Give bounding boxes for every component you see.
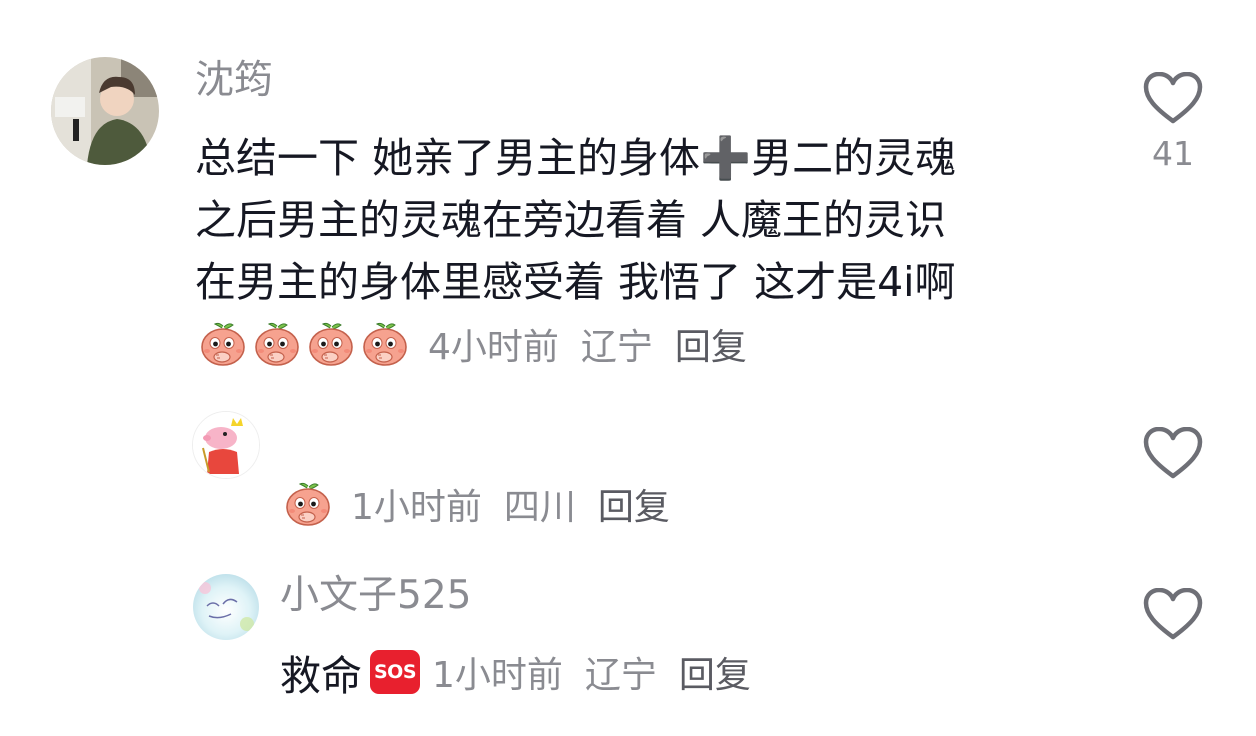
comment-line: 总结一下 她亲了男主的身体➕男二的灵魂: [195, 134, 957, 182]
comment-line: 之后男主的灵魂在旁边看着 人魔王的灵识: [195, 196, 947, 244]
like-count: 41: [1152, 134, 1194, 173]
like-button[interactable]: [1138, 427, 1208, 479]
comment-username[interactable]: 沈筠: [195, 57, 273, 105]
comment-time: 1小时前: [351, 487, 482, 528]
comment-time: 1小时前: [432, 655, 563, 696]
comment-location: 辽宁: [584, 655, 657, 696]
reply-button[interactable]: 回复: [675, 318, 747, 370]
comment-line: 在男主的身体里感受着 我悟了 这才是4i啊: [195, 258, 956, 306]
comment-meta: 救命 SOS 1小时前 辽宁 回复: [280, 642, 751, 702]
comment-location: 四川: [503, 487, 576, 528]
avatar[interactable]: [193, 574, 259, 640]
reply-button[interactable]: 回复: [679, 646, 751, 698]
peach-cover-mouth-emoji: [360, 319, 410, 369]
comment-content: 救命: [280, 652, 362, 700]
like-button[interactable]: 41: [1138, 72, 1208, 173]
heart-outline-icon: [1143, 588, 1203, 640]
like-button[interactable]: [1138, 588, 1208, 640]
comment-meta: 1小时前 四川 回复: [283, 478, 670, 530]
comment-location: 辽宁: [580, 327, 653, 368]
heart-outline-icon: [1143, 427, 1203, 479]
comment-content: 总结一下 她亲了男主的身体➕男二的灵魂 之后男主的灵魂在旁边看着 人魔王的灵识 …: [195, 127, 1075, 313]
comment-username[interactable]: 小文子525: [280, 572, 471, 620]
sos-icon: SOS: [370, 650, 420, 694]
avatar[interactable]: [51, 57, 159, 165]
avatar-photo: [51, 57, 159, 165]
avatar[interactable]: [192, 411, 260, 479]
avatar-photo: [193, 412, 259, 478]
comment-time: 4小时前: [428, 327, 559, 368]
peach-cover-mouth-emoji: [252, 319, 302, 369]
reply-button[interactable]: 回复: [598, 478, 670, 530]
peach-cover-mouth-emoji: [283, 479, 333, 529]
heart-outline-icon: [1143, 72, 1203, 124]
peach-cover-mouth-emoji: [198, 319, 248, 369]
peach-cover-mouth-emoji: [306, 319, 356, 369]
avatar-photo: [193, 574, 259, 640]
comment-meta: 4小时前 辽宁 回复: [198, 318, 747, 370]
